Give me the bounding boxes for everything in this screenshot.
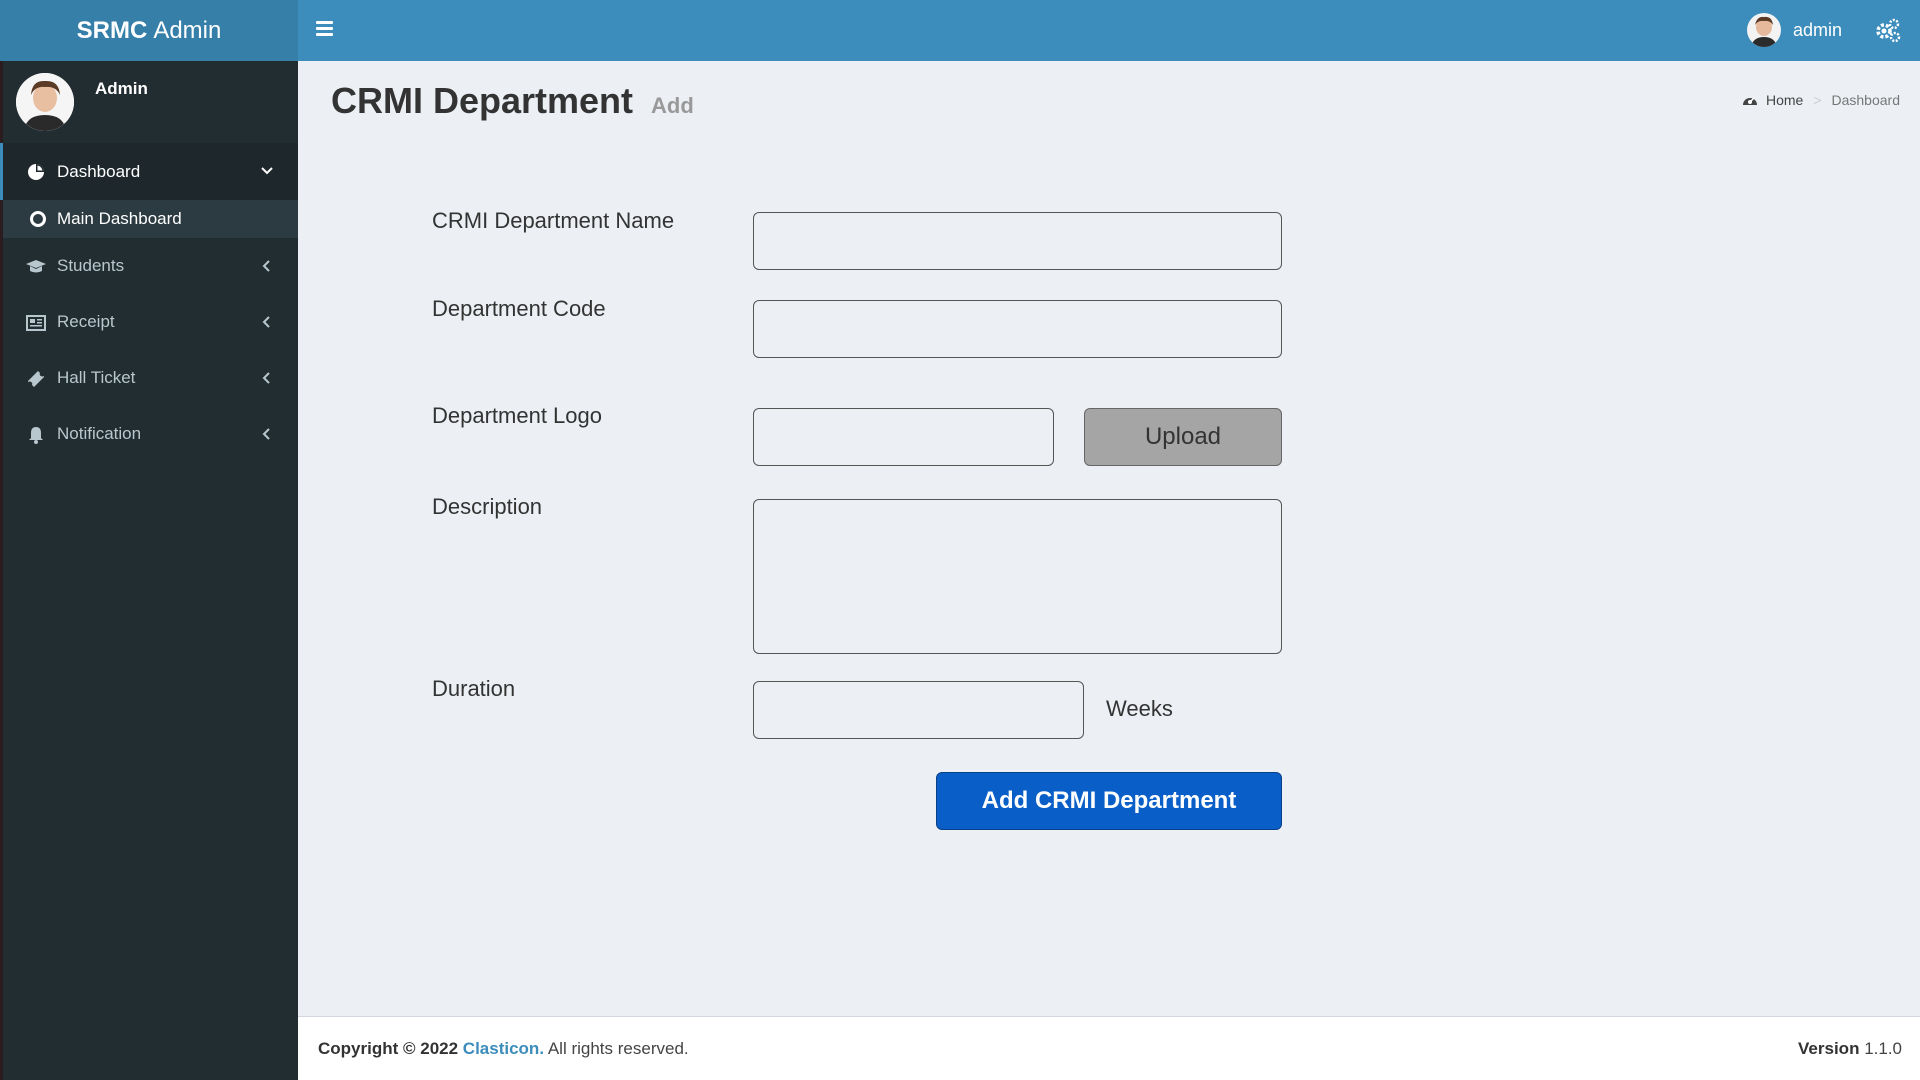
footer-version: Version 1.1.0 <box>1798 1039 1902 1059</box>
duration-input[interactable] <box>753 681 1084 739</box>
avatar <box>16 73 74 131</box>
newspaper-icon <box>26 315 46 331</box>
copyright-text: Copyright © 2022 <box>318 1038 459 1058</box>
sidebar-item-label: Hall Ticket <box>57 368 136 387</box>
department-code-label: Department Code <box>432 296 606 321</box>
avatar <box>1746 13 1781 47</box>
department-logo-input[interactable] <box>753 408 1054 466</box>
description-label: Description <box>432 494 543 519</box>
breadcrumb-current: Dashboard <box>1831 92 1901 108</box>
circle-icon <box>30 211 46 227</box>
department-name-label: CRMI Department Name <box>432 208 675 233</box>
footer-copyright: Copyright © 2022 Clasticon. All rights r… <box>318 1039 689 1059</box>
breadcrumb: Home > Dashboard <box>1742 92 1900 108</box>
page-subtitle: Add <box>651 93 694 118</box>
sidebar-item-label: Dashboard <box>57 161 141 181</box>
graduation-cap-icon <box>26 260 46 273</box>
department-logo-label: Department Logo <box>432 403 602 428</box>
upload-button[interactable]: Upload <box>1084 408 1282 466</box>
sidebar-item-label: Receipt <box>57 312 115 331</box>
dashboard-icon <box>1742 97 1757 105</box>
logo-bold-text: SRMC <box>76 16 148 44</box>
page-title: CRMI Department Add <box>331 80 694 122</box>
user-menu[interactable]: admin <box>1746 12 1842 48</box>
page-title-text: CRMI Department <box>331 80 634 121</box>
rights-text: All rights reserved. <box>547 1038 689 1058</box>
sidebar: Admin Dashboard Main Dashboard Students <box>0 61 298 1080</box>
sidebar-toggle-icon[interactable] <box>316 18 340 42</box>
chevron-down-icon <box>261 167 273 175</box>
description-textarea[interactable] <box>753 499 1282 654</box>
sidebar-item-notification[interactable]: Notification <box>3 406 298 462</box>
add-department-button[interactable]: Add CRMI Department <box>936 772 1282 830</box>
ticket-icon <box>28 371 44 387</box>
version-number: 1.1.0 <box>1864 1038 1902 1058</box>
footer-brand-link[interactable]: Clasticon. <box>463 1039 544 1058</box>
sidebar-item-label: Main Dashboard <box>57 209 182 228</box>
sidebar-item-hall-ticket[interactable]: Hall Ticket <box>3 350 298 406</box>
chevron-left-icon <box>262 260 270 272</box>
version-label: Version <box>1798 1038 1860 1058</box>
sidebar-item-label: Students <box>57 256 125 275</box>
chevron-left-icon <box>262 372 270 384</box>
sidebar-item-dashboard[interactable]: Dashboard <box>0 143 298 200</box>
top-navbar: admin <box>298 0 1920 61</box>
footer: Copyright © 2022 Clasticon. All rights r… <box>298 1016 1920 1080</box>
duration-unit: Weeks <box>1106 696 1173 721</box>
breadcrumb-separator: > <box>1813 92 1822 108</box>
breadcrumb-home-label: Home <box>1765 92 1804 108</box>
logo-text: Admin <box>153 16 222 44</box>
sidebar-item-students[interactable]: Students <box>3 238 298 294</box>
user-panel: Admin <box>3 61 298 141</box>
sidebar-item-label: Notification <box>57 424 142 443</box>
breadcrumb-home[interactable]: Home <box>1742 92 1803 108</box>
sidebar-item-receipt[interactable]: Receipt <box>3 294 298 350</box>
sidebar-user-name: Admin <box>95 79 148 98</box>
duration-label: Duration <box>432 676 516 701</box>
department-code-input[interactable] <box>753 300 1282 358</box>
user-menu-name: admin <box>1792 19 1842 40</box>
app-logo[interactable]: SRMC Admin <box>0 0 298 61</box>
bell-icon <box>29 427 43 444</box>
sidebar-item-main-dashboard[interactable]: Main Dashboard <box>3 200 298 238</box>
gears-icon[interactable] <box>1874 16 1902 44</box>
chevron-left-icon <box>262 316 270 328</box>
chevron-left-icon <box>262 428 270 440</box>
dashboard-icon <box>28 164 44 180</box>
department-name-input[interactable] <box>753 212 1282 270</box>
